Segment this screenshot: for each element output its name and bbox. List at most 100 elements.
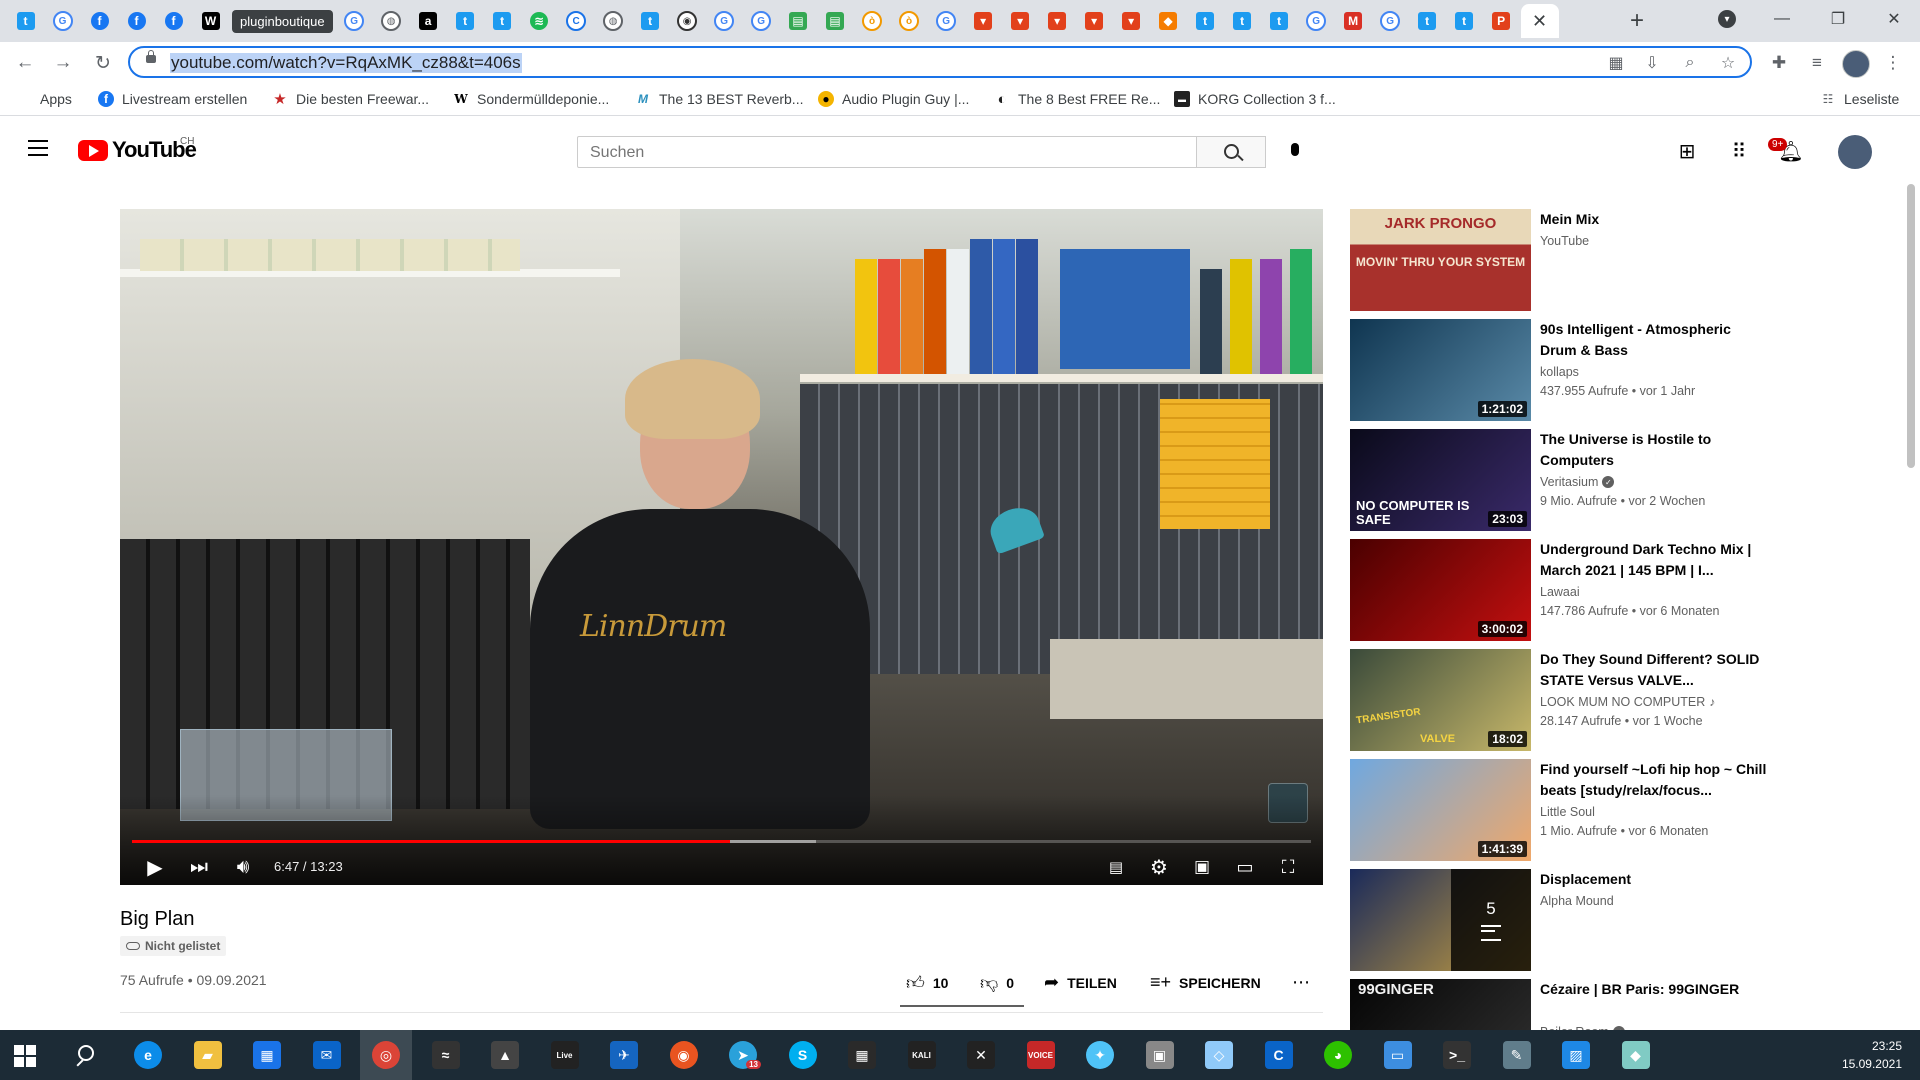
tab-pluginboutique[interactable]: pluginboutique xyxy=(230,4,335,38)
subtitles-button[interactable]: ▤ xyxy=(1103,853,1129,881)
c-app-taskbar-button[interactable]: C xyxy=(1263,1039,1295,1071)
terminal-taskbar-button[interactable]: >_ xyxy=(1441,1039,1473,1071)
browser-tab[interactable]: G xyxy=(337,4,372,38)
browser-tab[interactable]: t xyxy=(1225,4,1260,38)
progress-bar[interactable] xyxy=(132,840,1311,843)
dislike-button[interactable]: 👎︎ 0 xyxy=(980,972,1014,994)
save-button[interactable]: ≡+ SPEICHERN xyxy=(1150,972,1261,993)
fullscreen-button[interactable]: ⛶ xyxy=(1275,853,1301,881)
forward-button[interactable]: → xyxy=(50,50,76,76)
browser-tab[interactable]: f xyxy=(82,4,117,38)
taskbar-search-icon[interactable] xyxy=(74,1043,98,1067)
browser-tab[interactable]: G xyxy=(1299,4,1334,38)
recommendation-card[interactable]: 99GINGERCézaire | BR Paris: 99GINGERBoil… xyxy=(1350,979,1770,1030)
browser-tab[interactable]: G xyxy=(45,4,80,38)
address-bar[interactable]: youtube.com/watch?v=RqAxMK_cz88&t=406s ▦… xyxy=(128,46,1752,78)
recommendation-title[interactable]: Find yourself ~Lofi hip hop ~ Chill beat… xyxy=(1540,759,1770,801)
live-taskbar-button[interactable]: Live xyxy=(549,1039,581,1071)
browser-tab[interactable]: ò xyxy=(855,4,890,38)
browser-tab[interactable]: ▾ xyxy=(1003,4,1038,38)
thunderbird-taskbar-button[interactable]: ✈ xyxy=(608,1039,640,1071)
browser-tab[interactable]: ◉ xyxy=(670,4,705,38)
recommendation-channel[interactable]: Lawaai xyxy=(1540,585,1580,599)
browser-tab[interactable]: ◍ xyxy=(596,4,631,38)
store-taskbar-button[interactable]: ▦ xyxy=(251,1039,283,1071)
chrome-taskbar-button[interactable]: ◎ xyxy=(360,1030,412,1080)
browser-tab[interactable]: ◆ xyxy=(1151,4,1186,38)
browser-profile-avatar[interactable] xyxy=(1842,50,1870,78)
bookmark-livestream[interactable]: f Livestream erstellen xyxy=(98,91,247,107)
browser-tab[interactable]: t xyxy=(448,4,483,38)
browser-tab[interactable]: ▾ xyxy=(1077,4,1112,38)
browser-tab[interactable]: t xyxy=(485,4,520,38)
browser-tab[interactable]: f xyxy=(156,4,191,38)
windows-start-icon[interactable] xyxy=(14,1045,36,1067)
tab-search-button[interactable]: ▾ xyxy=(1718,10,1736,28)
video-thumbnail[interactable]: 99GINGER xyxy=(1350,979,1531,1030)
puzzle-taskbar-button[interactable]: ✦ xyxy=(1084,1039,1116,1071)
browser-tab[interactable]: M xyxy=(1336,4,1371,38)
file-explorer-taskbar-button[interactable]: ▰ xyxy=(192,1039,224,1071)
window-taskbar-button[interactable]: ▭ xyxy=(1382,1039,1414,1071)
search-button[interactable] xyxy=(1196,136,1266,168)
bookmark-apps[interactable]: Apps xyxy=(16,91,72,107)
qr-code-icon[interactable]: ▦ xyxy=(1606,53,1626,73)
recommendation-card[interactable]: 1:21:02 90s Intelligent - Atmospheric Dru… xyxy=(1350,319,1770,421)
bookmark-plugin-guy[interactable]: ● Audio Plugin Guy |... xyxy=(818,91,969,107)
recommendation-channel[interactable]: LOOK MUM NO COMPUTER ♪ xyxy=(1540,695,1715,709)
reading-list-button[interactable]: ☷ Leseliste xyxy=(1820,91,1900,107)
page-scrollbar[interactable] xyxy=(1907,184,1915,468)
voice-search-button[interactable] xyxy=(1278,134,1312,168)
settings-button[interactable]: ⚙ xyxy=(1146,853,1172,881)
recommendation-channel[interactable]: YouTube xyxy=(1540,234,1589,248)
browser-tab[interactable]: W xyxy=(193,4,228,38)
calculator-taskbar-button[interactable]: ▦ xyxy=(846,1039,878,1071)
recommendation-title[interactable]: Underground Dark Techno Mix | March 2021… xyxy=(1540,539,1770,581)
browser-tab[interactable]: ◍ xyxy=(374,4,409,38)
close-window-button[interactable]: ✕ xyxy=(1874,8,1914,30)
recommendation-card[interactable]: TRANSISTOR VALVE 18:02 Do They Sound Differ… xyxy=(1350,649,1770,751)
system-clock[interactable]: 23:25 15.09.2021 xyxy=(1842,1037,1902,1073)
hamburger-menu-icon[interactable] xyxy=(28,140,48,156)
next-button[interactable]: ⏭︎ xyxy=(186,853,212,881)
browser-tab[interactable]: C xyxy=(559,4,594,38)
browser-tab[interactable]: t xyxy=(1262,4,1297,38)
voicemeeter-taskbar-button[interactable]: VOICE xyxy=(1025,1039,1057,1071)
video-thumbnail[interactable]: 5 xyxy=(1350,869,1531,971)
recommendation-channel[interactable]: Little Soul xyxy=(1540,805,1595,819)
recommendation-title[interactable]: Displacement xyxy=(1540,869,1770,890)
browser-tab[interactable]: f xyxy=(119,4,154,38)
bookmark-freeware[interactable]: ★ Die besten Freewar... xyxy=(272,91,429,108)
kali-taskbar-button[interactable]: KALI xyxy=(906,1039,938,1071)
recommendation-title[interactable]: Mein Mix xyxy=(1540,209,1770,230)
media-control-icon[interactable]: ≡ xyxy=(1806,52,1828,74)
browser-tab[interactable]: t xyxy=(1447,4,1482,38)
video-thumbnail[interactable]: NO COMPUTER IS SAFE 23:03 xyxy=(1350,429,1531,531)
recommendation-title[interactable]: 90s Intelligent - Atmospheric Drum & Bas… xyxy=(1540,319,1770,361)
theater-mode-button[interactable]: ▭ xyxy=(1232,853,1258,881)
bookmark-korg[interactable]: ▬ KORG Collection 3 f... xyxy=(1174,91,1336,107)
back-button[interactable]: ← xyxy=(12,50,38,76)
url-text[interactable]: youtube.com/watch?v=RqAxMK_cz88&t=406s xyxy=(170,53,522,73)
crystal-taskbar-button[interactable]: ◆ xyxy=(1620,1039,1652,1071)
browser-tab[interactable]: P xyxy=(1484,4,1519,38)
browser-tab[interactable]: t xyxy=(633,4,668,38)
recommendation-card[interactable]: 1:41:39 Find yourself ~Lofi hip hop ~ Chi… xyxy=(1350,759,1770,861)
skype-taskbar-button[interactable]: S xyxy=(787,1039,819,1071)
browser-tab[interactable]: ≋ xyxy=(522,4,557,38)
recommendation-card[interactable]: JARK PRONGO MOVIN' THRU YOUR SYSTEM Mein M… xyxy=(1350,209,1770,311)
rodent-taskbar-button[interactable]: ≈ xyxy=(430,1039,462,1071)
minimize-button[interactable]: — xyxy=(1762,8,1802,30)
recommendation-title[interactable]: Cézaire | BR Paris: 99GINGER xyxy=(1540,979,1770,1000)
create-video-icon[interactable]: ⊞ xyxy=(1674,138,1700,164)
reload-button[interactable]: ↻ xyxy=(90,50,116,76)
photos-taskbar-button[interactable]: ▨ xyxy=(1560,1039,1592,1071)
miniplayer-button[interactable]: ▣ xyxy=(1189,853,1215,881)
browser-tab[interactable]: G xyxy=(1373,4,1408,38)
recommendation-card[interactable]: 5 Displacement Alpha Mound xyxy=(1350,869,1770,971)
video-thumbnail[interactable]: 1:21:02 xyxy=(1350,319,1531,421)
active-tab[interactable]: ✕ xyxy=(1520,4,1559,38)
like-button[interactable]: 👍︎ 10 xyxy=(906,972,948,994)
x-taskbar-button[interactable]: ✕ xyxy=(965,1039,997,1071)
inkscape-taskbar-button[interactable]: ▲ xyxy=(489,1039,521,1071)
